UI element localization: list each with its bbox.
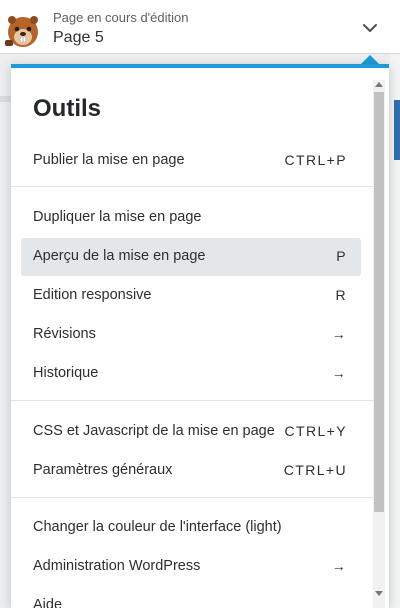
menu-item-label: Aide [33,597,63,608]
background-accent-stripe [394,100,400,160]
menu-separator [11,186,373,187]
menu-item-label: Historique [33,365,99,381]
menu-item-publish-layout[interactable]: Publier la mise en page CTRL+P [21,142,361,180]
menu-separator [11,497,373,498]
menu-separator [11,400,373,401]
menu-item-label: CSS et Javascript de la mise en page [33,423,275,439]
scroll-up-arrow-icon[interactable] [375,82,383,87]
menu-item-general-settings[interactable]: Paramètres généraux CTRL+U [21,452,361,490]
scrollbar-thumb[interactable] [374,92,384,512]
menu-item-revisions[interactable]: Révisions → [21,316,361,354]
menu-item-label: Paramètres généraux [33,462,173,478]
menu-item-shortcut: CTRL+U [283,462,347,478]
chevron-down-icon[interactable] [356,16,384,40]
panel-notch [361,55,379,64]
scroll-down-arrow-icon[interactable] [375,591,383,596]
header-subtitle: Page en cours d'édition [53,10,189,25]
page-title: Page 5 [53,29,104,46]
panel-scrollbar[interactable] [373,80,385,608]
menu-item-label: Administration WordPress [33,558,201,574]
arrow-right-icon: → [331,365,347,381]
menu-item-responsive-editing[interactable]: Edition responsive R [21,277,361,315]
menu-item-label: Révisions [33,326,96,342]
menu-item-label: Edition responsive [33,287,152,303]
menu-item-shortcut: CTRL+P [284,152,347,168]
beaver-logo-icon [3,10,43,50]
menu-item-label: Dupliquer la mise en page [33,209,202,225]
menu-item-label: Aperçu de la mise en page [33,248,206,264]
tools-menu-panel: Outils Publier la mise en page CTRL+P Du… [11,64,389,608]
top-bar: Page en cours d'édition Page 5 [0,0,400,54]
menu-item-preview-layout[interactable]: Aperçu de la mise en page P [21,238,361,276]
arrow-right-icon: → [331,558,347,574]
panel-title: Outils [33,95,102,122]
menu-item-label: Publier la mise en page [33,152,185,168]
menu-item-help[interactable]: Aide [21,587,361,608]
menu-item-duplicate-layout[interactable]: Dupliquer la mise en page [21,199,361,237]
menu-item-label: Changer la couleur de l'interface (light… [33,519,282,535]
app-root: Page en cours d'édition Page 5 Outils Pu… [0,0,400,608]
menu-item-shortcut: P [336,248,347,264]
menu-item-change-interface-color[interactable]: Changer la couleur de l'interface (light… [21,509,361,547]
arrow-right-icon: → [331,326,347,342]
menu-item-shortcut: CTRL+Y [284,423,347,439]
menu-item-shortcut: R [335,287,347,303]
menu-item-css-javascript[interactable]: CSS et Javascript de la mise en page CTR… [21,413,361,451]
menu-item-history[interactable]: Historique → [21,355,361,393]
menu-item-wordpress-admin[interactable]: Administration WordPress → [21,548,361,586]
